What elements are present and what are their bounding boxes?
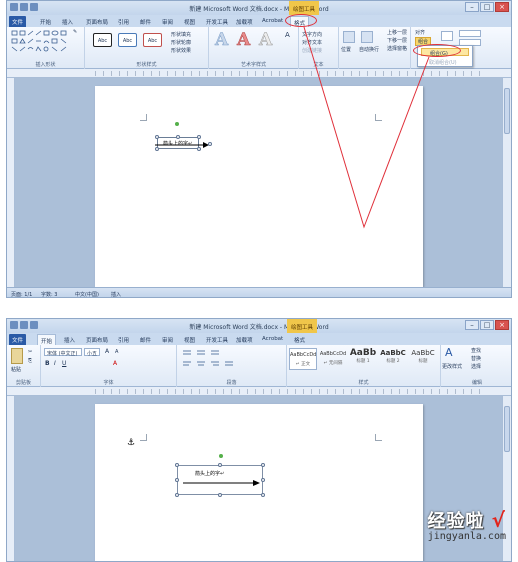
- style-title[interactable]: AaBbC 标题: [409, 348, 437, 370]
- styles-group: AaBbCcDd ↵ 正文 AaBbCcDd ↵ 无间隔 AaBb 标题 1 A…: [287, 345, 441, 387]
- selection-handle[interactable]: [261, 463, 265, 467]
- ribbon-home: 粘贴 ✂ ⎘ 剪贴板 宋体 (中文正) 小五 A A B I U A 字体 段落…: [7, 345, 511, 387]
- style-sample-no-spacing: AaBbCcDd: [319, 351, 347, 357]
- font-group: 宋体 (中文正) 小五 A A B I U A 字体: [41, 345, 177, 387]
- underline-icon[interactable]: U: [62, 360, 66, 367]
- selection-handle[interactable]: [261, 478, 265, 482]
- minimize-icon[interactable]: –: [465, 320, 479, 330]
- clipboard-group-label: 剪贴板: [15, 380, 31, 386]
- arrow-shape[interactable]: [177, 476, 267, 490]
- paragraph-group-label: 段落: [226, 380, 237, 386]
- grow-font-icon[interactable]: A: [105, 348, 109, 355]
- style-sample-heading-1: AaBb: [349, 348, 377, 358]
- font-name-select[interactable]: 宋体 (中文正): [44, 348, 82, 357]
- selection-handle[interactable]: [218, 463, 222, 467]
- tab-page-layout[interactable]: 页面布局: [83, 334, 111, 345]
- tab-file[interactable]: 文件: [9, 334, 27, 345]
- tab-developer[interactable]: 开发工具: [203, 334, 231, 345]
- checkmark-icon: √: [491, 508, 506, 532]
- style-name-heading-2: 标题 2: [386, 359, 400, 364]
- tab-insert[interactable]: 插入: [61, 334, 78, 345]
- bold-icon[interactable]: B: [45, 360, 50, 367]
- style-heading-1[interactable]: AaBb 标题 1: [349, 348, 377, 370]
- style-name-no-spacing: ↵ 无间隔: [323, 361, 343, 366]
- document-page[interactable]: ⚓ 箭头上的字↵: [95, 404, 423, 561]
- watermark-cn: 经验啦: [427, 511, 485, 532]
- tab-references[interactable]: 引用: [115, 334, 132, 345]
- tab-mailings[interactable]: 邮件: [137, 334, 154, 345]
- site-watermark: 经验啦 √ jingyanla.com: [427, 507, 506, 542]
- find-button[interactable]: 查找: [471, 347, 481, 354]
- font-color-icon[interactable]: A: [113, 360, 117, 367]
- tab-acrobat[interactable]: Acrobat: [259, 334, 286, 345]
- window-title: 新建 Microsoft Word 文档.docx - Microsoft Wo…: [189, 324, 329, 331]
- horizontal-ruler: [7, 387, 511, 396]
- change-styles-button[interactable]: 更改样式: [442, 363, 462, 370]
- italic-icon[interactable]: I: [54, 360, 56, 367]
- anchor-icon: ⚓: [127, 438, 136, 448]
- selection-handle[interactable]: [261, 493, 265, 497]
- change-styles-icon[interactable]: A: [445, 346, 453, 359]
- font-group-label: 字体: [103, 380, 114, 386]
- tab-format[interactable]: 格式: [291, 334, 308, 345]
- style-normal[interactable]: AaBbCcDd ↵ 正文: [289, 348, 317, 370]
- annotation-lines: [303, 26, 430, 229]
- tab-home[interactable]: 开始: [37, 334, 57, 345]
- style-no-spacing[interactable]: AaBbCcDd ↵ 无间隔: [319, 348, 347, 370]
- window-controls: – □ ×: [465, 320, 509, 330]
- clipboard-group: 粘贴 ✂ ⎘ 剪贴板: [7, 345, 41, 387]
- rotation-handle[interactable]: [219, 454, 223, 458]
- watermark-url: jingyanla.com: [427, 531, 506, 542]
- editing-group-label: 编辑: [471, 380, 482, 386]
- paragraph-group: 段落: [177, 345, 287, 387]
- shrink-font-icon[interactable]: A: [115, 349, 118, 355]
- crop-mark-top-right: [375, 434, 382, 441]
- drawing-tools-context-label: 绘图工具: [287, 319, 318, 333]
- selection-handle[interactable]: [175, 493, 179, 497]
- replace-button[interactable]: 替换: [471, 355, 481, 362]
- tab-review[interactable]: 审阅: [159, 334, 176, 345]
- paste-button[interactable]: 粘贴: [11, 366, 21, 373]
- selection-handle[interactable]: [175, 463, 179, 467]
- vertical-ruler: [7, 396, 15, 561]
- style-name-normal: ↵ 正文: [295, 362, 311, 367]
- word-window-top: 新建 Microsoft Word 文档.docx - Microsoft Wo…: [6, 0, 512, 298]
- style-sample-title: AaBbC: [411, 349, 435, 357]
- paragraph-tools-icon[interactable]: [181, 348, 281, 370]
- style-sample-normal: AaBbCcDd: [290, 352, 317, 358]
- tab-addins[interactable]: 加载项: [233, 334, 256, 345]
- font-size-select[interactable]: 小五: [84, 348, 100, 357]
- paste-icon[interactable]: [11, 348, 23, 364]
- selection-handle[interactable]: [175, 478, 179, 482]
- cut-icon[interactable]: ✂: [28, 349, 32, 355]
- style-name-heading-1: 标题 1: [356, 359, 370, 364]
- style-sample-heading-2: AaBbC: [380, 349, 406, 357]
- copy-icon[interactable]: ⎘: [28, 358, 32, 364]
- style-name-title: 标题: [418, 359, 428, 364]
- styles-group-label: 样式: [358, 380, 369, 386]
- watermark-logo-text: 经验啦 √: [427, 507, 506, 533]
- maximize-icon[interactable]: □: [480, 320, 494, 330]
- title-bar: 新建 Microsoft Word 文档.docx - Microsoft Wo…: [7, 319, 511, 333]
- selection-handle[interactable]: [218, 493, 222, 497]
- select-button[interactable]: 选择: [471, 363, 481, 370]
- editing-group: A 更改样式 查找 替换 选择 编辑: [441, 345, 511, 387]
- crop-mark-top-left: [140, 434, 147, 441]
- style-heading-2[interactable]: AaBbC 标题 2: [379, 348, 407, 370]
- ribbon-tabs: 文件 开始 插入 页面布局 引用 邮件 审阅 视图 开发工具 加载项 Acrob…: [7, 333, 511, 345]
- tab-view[interactable]: 视图: [181, 334, 198, 345]
- close-icon[interactable]: ×: [495, 320, 509, 330]
